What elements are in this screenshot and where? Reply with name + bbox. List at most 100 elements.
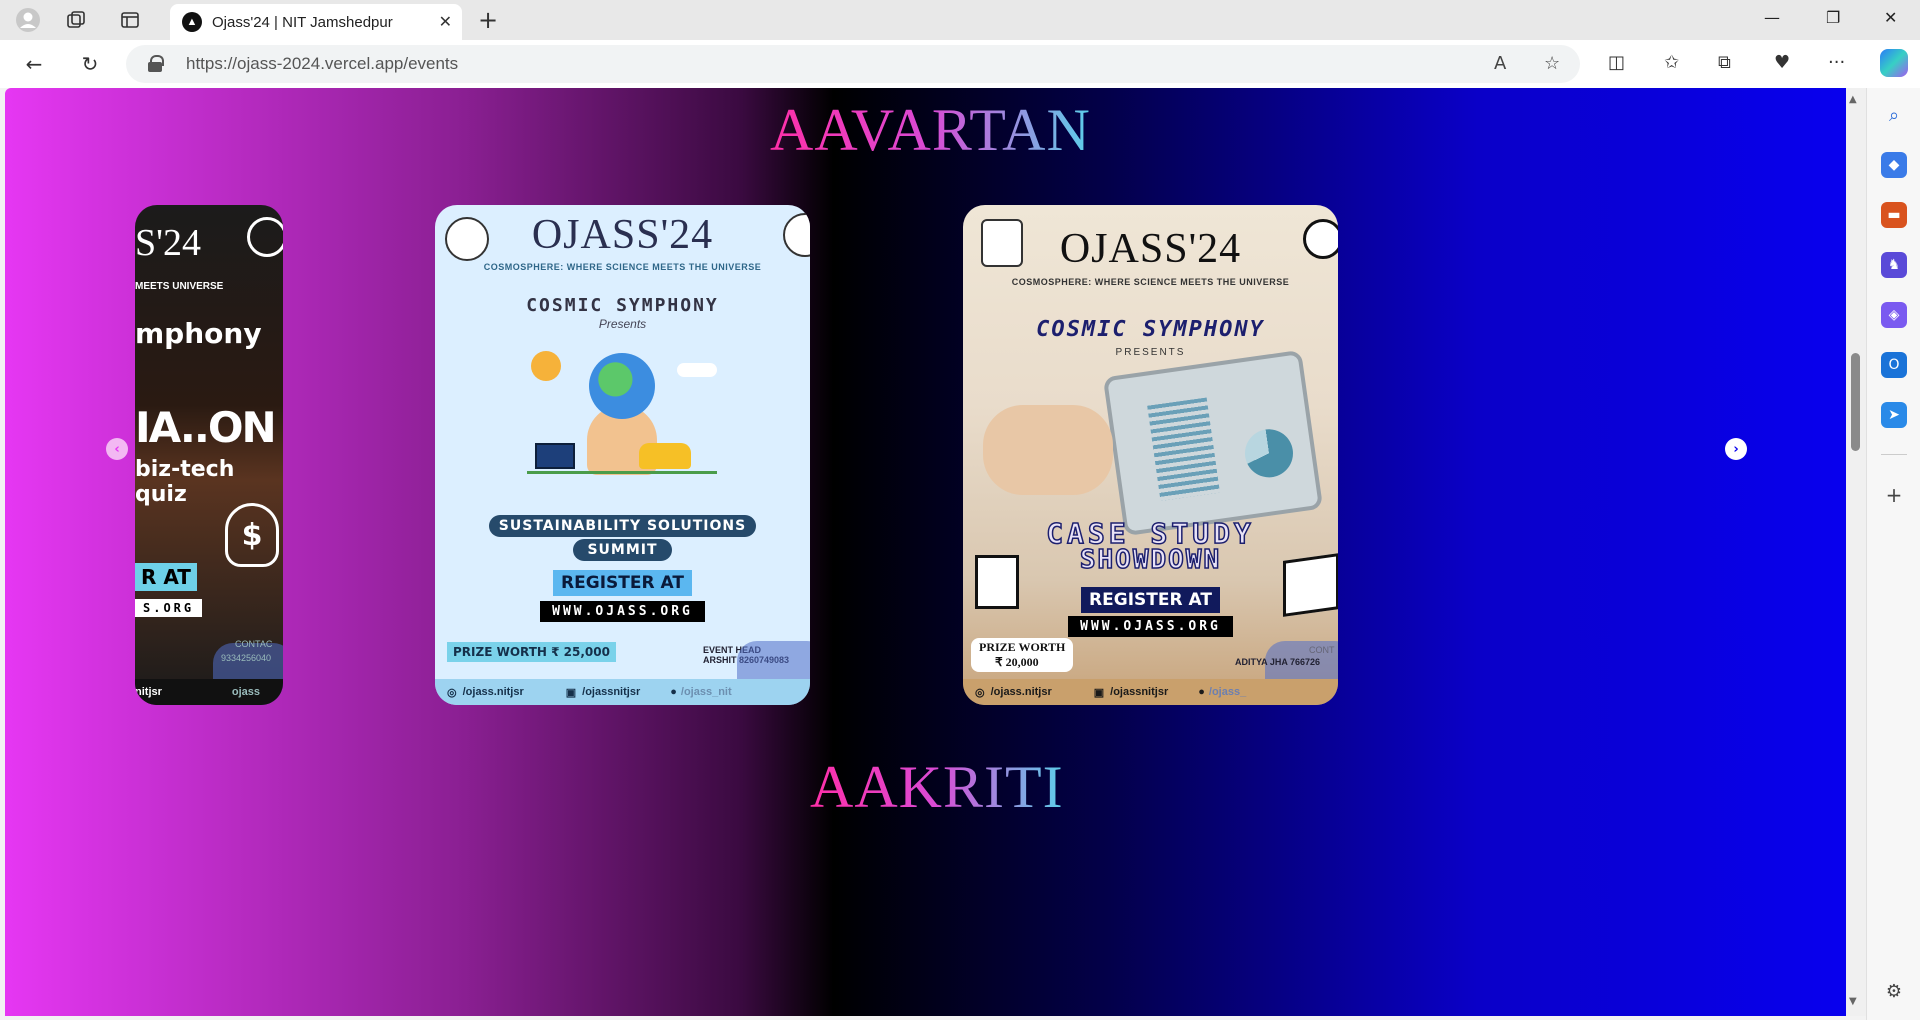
sidebar-divider [1881,454,1907,455]
search-icon[interactable]: ⌕ [1881,102,1907,128]
card-left-footer: nitjsr ojass [135,679,283,705]
minimize-button[interactable]: — [1764,8,1780,27]
card-mid-register: REGISTER AT [553,570,692,596]
page-viewport: AAVARTAN ‹ › S'24 MEETS UNIVERSE mphony … [5,88,1846,1016]
carousel-next-button[interactable]: › [1725,438,1747,460]
linkedin-icon: ▣ [565,686,577,699]
instagram-icon: ◎ [447,686,457,699]
carousel-prev-button[interactable]: ‹ [106,438,128,460]
tools-briefcase-icon[interactable]: ▬ [1881,202,1907,228]
bar-chart-graphic [1147,397,1220,501]
card-left-phone: 9334256040 [221,653,272,663]
card-right-title-line2: SHOWDOWN [1079,544,1222,576]
card-left-quiz: biz-tech quiz [135,457,235,507]
card-mid-title: SUSTAINABILITY SOLUTIONS SUMMIT [435,515,810,561]
workspaces-icon[interactable] [62,6,90,34]
card-mid-title-line1: SUSTAINABILITY SOLUTIONS [488,515,757,537]
page-scrollbar[interactable]: ▲ ▼ [1846,88,1866,1016]
ground-line [527,471,717,474]
pie-chart-graphic [1241,426,1297,481]
send-icon[interactable]: ➤ [1881,402,1907,428]
new-tab-button[interactable]: + [478,6,498,34]
solar-panel-icon [535,443,575,469]
card-mid-footer: ◎ /ojass.nitjsr ▣ /ojassnitjsr ● /ojass_… [435,679,810,705]
cloud-icon [677,363,717,377]
youtube-icon: ● [670,686,677,698]
section-title-aakriti: AAKRITI [810,754,1064,820]
card-right-footer-ig: /ojass.nitjsr [990,686,1052,698]
vertical-tabs-icon[interactable] [116,6,144,34]
close-window-button[interactable]: ✕ [1884,8,1897,27]
card-right-prize-box: PRIZE WORTH ₹ 20,000 [971,638,1074,672]
card-mid-title-line2: SUMMIT [573,539,672,561]
card-right-register: REGISTER AT [1081,587,1220,613]
card-right-prize-label: PRIZE WORTH [979,640,1066,654]
microsoft-365-icon[interactable]: ◈ [1881,302,1907,328]
copilot-icon[interactable] [1880,49,1908,77]
favicon-icon: ▲ [182,12,202,32]
bulb-icon: $ [225,503,279,567]
card-left-logo-icon [247,217,283,257]
card-mid-www: WWW.OJASS.ORG [540,601,705,622]
card-right-brand: OJASS'24 [1059,226,1242,272]
card-mid-footer-ig: /ojass.nitjsr [462,686,524,698]
card-mid-prize: PRIZE WORTH ₹ 25,000 [447,642,616,662]
card-left-contact: CONTAC [235,639,273,649]
tab-active[interactable]: ▲ Ojass'24 | NIT Jamshedpur ✕ [170,4,462,40]
games-icon[interactable]: ♞ [1881,252,1907,278]
collections-icon[interactable]: ⧉ [1718,52,1731,73]
card-right-footer-yt: /ojass_ [1208,686,1247,698]
edge-sidebar: ⌕ ◆ ▬ ♞ ◈ O ➤ + ⚙ [1866,88,1920,1020]
card-mid-series: COSMIC SYMPHONY [526,295,719,316]
scroll-thumb[interactable] [1851,353,1860,451]
back-button[interactable]: ← [20,50,48,78]
address-bar[interactable]: https://ojass-2024.vercel.app/events A ☆ [126,45,1580,83]
refresh-button[interactable]: ↻ [76,50,104,78]
add-sidebar-app-icon[interactable]: + [1881,482,1907,508]
card-mid-register-wrap: REGISTER AT [435,570,810,596]
card-right-www-wrap: WWW.OJASS.ORG [963,616,1338,637]
profile-icon[interactable] [14,6,42,34]
card-left-www: S.ORG [135,599,203,617]
browser-toolbar: ← ↻ https://ojass-2024.vercel.app/events… [0,40,1920,88]
card-right-contact-label: CONT [1309,645,1335,655]
restore-button[interactable]: ❐ [1826,8,1840,27]
instagram-icon: ◎ [975,686,985,699]
sidebar-settings-icon[interactable]: ⚙ [1881,978,1907,1004]
scroll-up-arrow-icon[interactable]: ▲ [1849,94,1857,105]
lock-icon[interactable] [148,55,164,72]
url-text[interactable]: https://ojass-2024.vercel.app/events [186,54,458,74]
event-card-sustainability[interactable]: OJASS'24 COSMOSPHERE: WHERE SCIENCE MEET… [435,205,810,705]
browser-essentials-icon[interactable]: ♥ [1774,52,1790,73]
outlook-icon[interactable]: O [1881,352,1907,378]
tab-bar: ▲ Ojass'24 | NIT Jamshedpur ✕ + — ❐ ✕ [0,0,1920,40]
split-screen-icon[interactable]: ◫ [1608,52,1625,73]
linkedin-icon: ▣ [1093,686,1105,699]
card-right-footer: ◎ /ojass.nitjsr ▣ /ojassnitjsr ● /ojass_ [963,679,1338,705]
card-mid-www-wrap: WWW.OJASS.ORG [435,601,810,622]
scroll-down-arrow-icon[interactable]: ▼ [1849,996,1857,1007]
card-left-big: IA..ON [135,403,277,452]
read-aloud-icon[interactable]: A [1494,53,1506,74]
card-mid-footer-li: /ojassnitjsr [582,686,641,698]
card-left-sub: mphony [135,317,262,350]
more-menu-icon[interactable]: ··· [1828,52,1845,73]
shopping-tag-icon[interactable]: ◆ [1881,152,1907,178]
youtube-icon: ● [1198,686,1205,698]
card-right-www: WWW.OJASS.ORG [1068,616,1233,637]
sun-icon [531,351,561,381]
tab-close-icon[interactable]: ✕ [439,12,452,32]
card-right-register-wrap: REGISTER AT [963,587,1338,613]
card-mid-tag: COSMOSPHERE: WHERE SCIENCE MEETS THE UNI… [483,262,762,272]
tab-title: Ojass'24 | NIT Jamshedpur [212,13,393,31]
event-card-case-study[interactable]: OJASS'24 COSMOSPHERE: WHERE SCIENCE MEET… [963,205,1338,705]
card-left-register: R AT [135,563,197,591]
card-right-series: COSMIC SYMPHONY [1036,317,1265,342]
tablet-illustration [1102,349,1324,537]
favorites-icon[interactable]: ✩ [1664,52,1679,73]
event-card-left[interactable]: S'24 MEETS UNIVERSE mphony IA..ON biz-te… [135,205,283,705]
card-mid-presents: Presents [598,317,647,331]
card-left-footer-handle: nitjsr [135,686,162,698]
favorite-star-icon[interactable]: ☆ [1544,53,1560,74]
car-icon [639,443,691,469]
